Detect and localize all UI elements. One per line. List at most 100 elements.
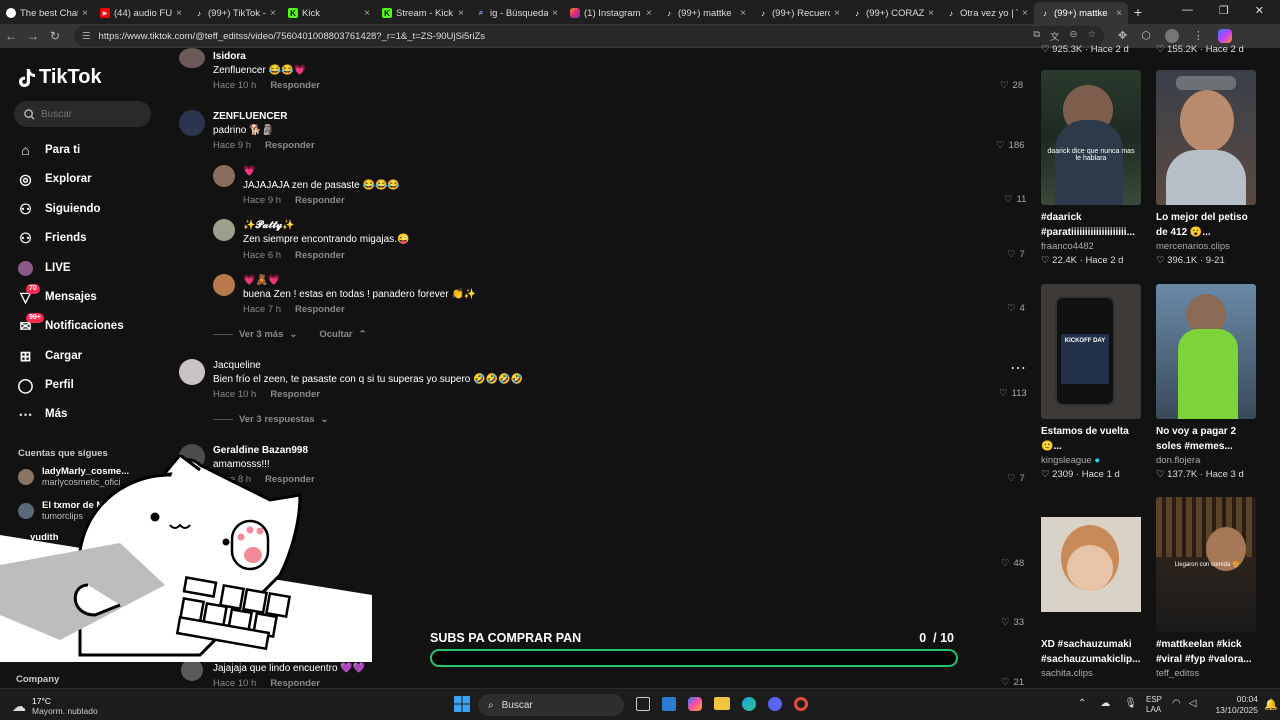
browser-tab[interactable]: ▶ (44) audio FU ×: [94, 2, 188, 24]
company-link[interactable]: Company: [16, 674, 59, 685]
back-icon[interactable]: ←: [0, 29, 22, 43]
video-thumbnail[interactable]: Llegaron con comida 🍔: [1156, 497, 1256, 632]
avatar[interactable]: [181, 659, 203, 681]
comment-username[interactable]: ZENFLUENCER: [213, 111, 287, 122]
close-window-icon[interactable]: ✕: [1255, 4, 1264, 17]
video-author[interactable]: don.flojera: [1156, 455, 1256, 466]
browser-tab[interactable]: K Stream - Kick ×: [376, 2, 470, 24]
taskbar-search[interactable]: ⌕ Buscar: [478, 694, 624, 716]
sidebar-item-live[interactable]: LIVE: [18, 258, 71, 278]
video-thumbnail[interactable]: daarick dice que nunca mas le hablara: [1041, 70, 1141, 205]
comment-username[interactable]: 💗: [243, 166, 255, 177]
close-tab-icon[interactable]: ×: [646, 8, 652, 19]
minimize-icon[interactable]: —: [1182, 4, 1193, 17]
sidebar-item-más[interactable]: ⋯ Más: [18, 404, 68, 424]
comment-username[interactable]: Isidora: [213, 51, 246, 62]
edge-icon[interactable]: [742, 697, 756, 711]
avatar[interactable]: [179, 48, 205, 68]
task-view-icon[interactable]: [636, 697, 650, 711]
close-tab-icon[interactable]: ×: [1116, 8, 1122, 19]
video-author[interactable]: fraanco4482: [1041, 241, 1141, 252]
close-tab-icon[interactable]: ×: [740, 8, 746, 19]
like-button[interactable]: ♡ 48: [1001, 558, 1024, 569]
close-tab-icon[interactable]: ×: [364, 8, 370, 19]
video-author[interactable]: mercenarios.clips: [1156, 241, 1256, 252]
close-tab-icon[interactable]: ×: [552, 8, 558, 19]
browser-tab[interactable]: ♪ (99+) CORAZÓ×: [846, 2, 940, 24]
site-info-icon[interactable]: ☰: [82, 31, 91, 42]
like-button[interactable]: ♡ 11: [1004, 194, 1026, 205]
weather-widget[interactable]: ☁ 17°C Mayorm. nublado: [12, 696, 98, 716]
video-card[interactable]: No voy a pagar 2 soles #memes... don.floj…: [1156, 284, 1256, 480]
extension-icon[interactable]: ✥: [1118, 29, 1127, 43]
browser-tab[interactable]: ♪ Otra vez yo | T ×: [940, 2, 1034, 24]
copilot-app-icon[interactable]: [688, 697, 702, 711]
status-icons[interactable]: ◠ ◁: [1172, 698, 1196, 709]
like-button[interactable]: ♡ 7: [1007, 473, 1025, 484]
comment-username[interactable]: Jacqueline: [213, 360, 261, 371]
like-button[interactable]: ♡ 113: [999, 388, 1027, 399]
menu-dots-icon[interactable]: ⋮: [1193, 29, 1204, 43]
comment-username[interactable]: ✨𝓟𝓪𝓽𝓽𝔂✨: [243, 220, 295, 231]
address-bar[interactable]: ☰ https://www.tiktok.com/@teff_editss/vi…: [74, 26, 1104, 46]
sidebar-item-cargar[interactable]: ⊞ Cargar: [18, 346, 82, 366]
mic-icon[interactable]: 🎙: [1124, 698, 1137, 709]
close-tab-icon[interactable]: ×: [176, 8, 182, 19]
like-button[interactable]: ♡ 33: [1001, 617, 1024, 628]
video-thumbnail[interactable]: [1156, 70, 1256, 205]
like-button[interactable]: ♡ 21: [1001, 677, 1024, 688]
video-card[interactable]: KICKOFF DAY Estamos de vuelta 🙂... kingsl…: [1041, 284, 1141, 480]
video-author[interactable]: kingsleague ●: [1041, 455, 1141, 466]
search-input[interactable]: [41, 108, 141, 120]
close-tab-icon[interactable]: ×: [82, 8, 88, 19]
search-box[interactable]: [14, 101, 151, 127]
video-card[interactable]: Lo mejor del petiso de 412 😮... mercenari…: [1156, 70, 1256, 266]
close-tab-icon[interactable]: ×: [834, 8, 840, 19]
sidebar-item-mensajes[interactable]: ▽ 70 Mensajes: [18, 283, 97, 307]
browser-tab[interactable]: ♪ (99+) mattke ×: [1034, 2, 1128, 24]
discord-icon[interactable]: [768, 697, 782, 711]
tray-chevron-icon[interactable]: ⌃: [1078, 698, 1086, 709]
close-tab-icon[interactable]: ×: [928, 8, 934, 19]
video-author[interactable]: sachita.clips: [1041, 668, 1141, 679]
extensions-puzzle-icon[interactable]: ⬡: [1141, 29, 1151, 43]
close-tab-icon[interactable]: ×: [1022, 8, 1028, 19]
clock[interactable]: 00:04 13/10/2025: [1212, 694, 1258, 716]
bookmark-star-icon[interactable]: ☆: [1087, 29, 1096, 43]
comment-options-icon[interactable]: ⋯: [1010, 358, 1026, 378]
video-thumbnail[interactable]: [1156, 284, 1256, 419]
close-tab-icon[interactable]: ×: [270, 8, 276, 19]
sidebar-item-friends[interactable]: ⚇ Friends: [18, 228, 86, 248]
reply-button[interactable]: Responder: [270, 80, 320, 91]
video-card[interactable]: Llegaron con comida 🍔 #mattkeelan #kick #…: [1156, 497, 1256, 679]
view-replies[interactable]: Ver 3 respuestas ⌄: [213, 414, 329, 425]
hide-replies-button[interactable]: Ocultar: [319, 329, 352, 340]
video-thumbnail[interactable]: [1041, 497, 1141, 632]
translate-icon[interactable]: 文: [1050, 29, 1060, 43]
reply-button[interactable]: Responder: [270, 389, 320, 400]
zoom-icon[interactable]: ⊖: [1070, 29, 1078, 43]
avatar[interactable]: [213, 274, 235, 296]
language-indicator[interactable]: ESP LAA: [1146, 695, 1162, 715]
like-button[interactable]: ♡ 28: [1000, 80, 1023, 91]
sidebar-item-notificaciones[interactable]: ✉ 99+ Notificaciones: [18, 312, 124, 336]
reply-button[interactable]: Responder: [295, 195, 345, 206]
like-button[interactable]: ♡ 4: [1007, 303, 1025, 314]
reply-button[interactable]: Responder: [295, 304, 345, 315]
tiktok-logo[interactable]: TikTok: [18, 66, 102, 89]
notifications-bell-icon[interactable]: 🔔: [1264, 698, 1278, 711]
browser-tab[interactable]: ♪ (99+) TikTok - ×: [188, 2, 282, 24]
video-author[interactable]: teff_editss: [1156, 668, 1256, 679]
comment-username[interactable]: 💗🧸💗: [243, 275, 280, 286]
store-icon[interactable]: [662, 697, 676, 711]
close-tab-icon[interactable]: ×: [458, 8, 464, 19]
chrome-icon[interactable]: [794, 697, 808, 711]
windows-start-icon[interactable]: [454, 696, 472, 714]
browser-tab[interactable]: (1) Instagram ×: [564, 2, 658, 24]
view-more-replies[interactable]: Ver 3 más ⌄ Ocultar ⌃: [213, 329, 367, 340]
like-button[interactable]: ♡ 7: [1007, 249, 1025, 260]
browser-tab[interactable]: ♪ (99+) Recuerd ×: [752, 2, 846, 24]
like-button[interactable]: ♡ 186: [996, 140, 1024, 151]
sidebar-item-para-ti[interactable]: ⌂ Para ti: [18, 140, 80, 160]
reload-icon[interactable]: ↻: [44, 29, 66, 43]
